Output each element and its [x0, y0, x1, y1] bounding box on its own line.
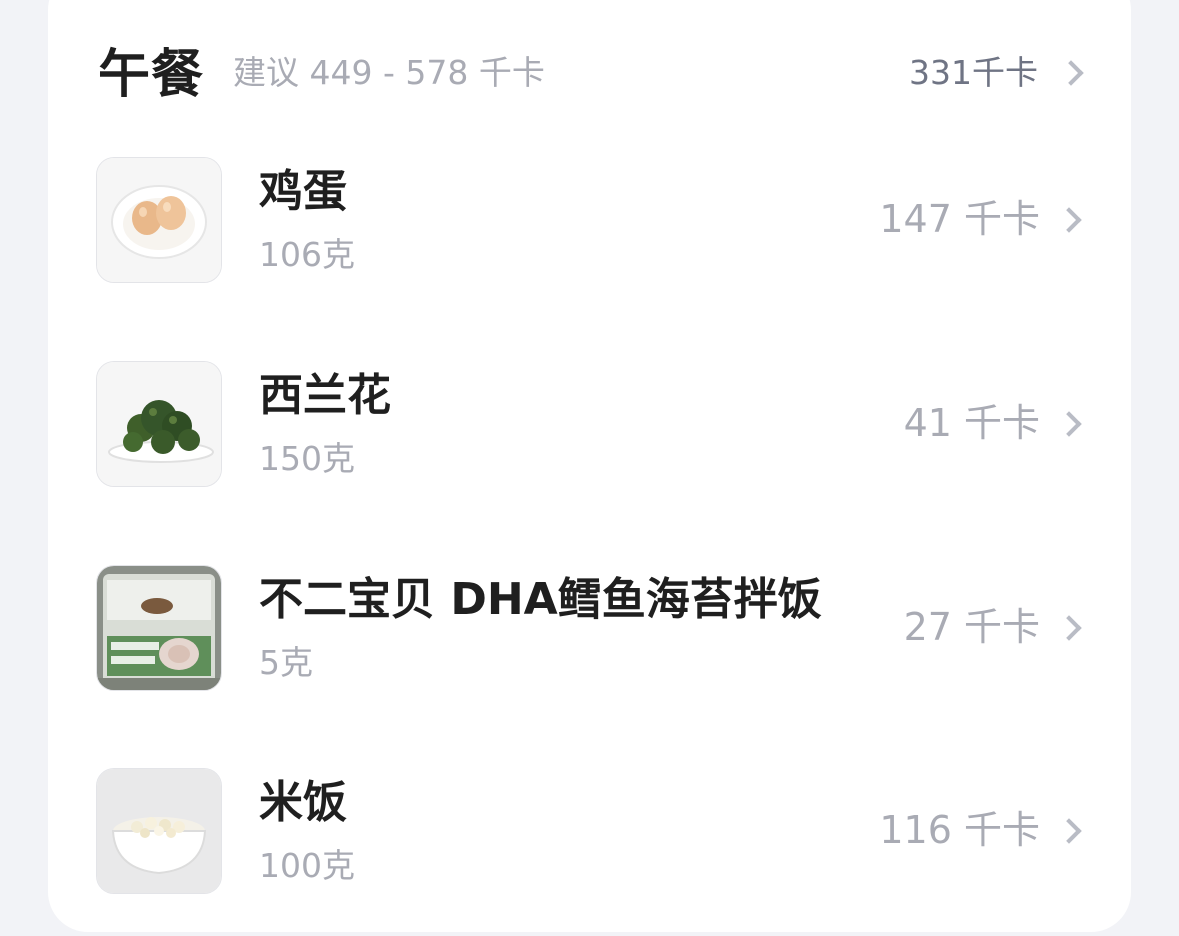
chevron-right-icon — [1058, 60, 1084, 86]
food-item-broccoli[interactable]: 西兰花 150克 41 千卡 — [96, 361, 1090, 487]
chevron-right-icon — [1056, 615, 1082, 641]
food-name: 鸡蛋 — [259, 166, 347, 217]
food-weight: 150克 — [259, 439, 355, 478]
food-name: 西兰花 — [259, 370, 391, 421]
calorie-suggestion: 建议 449 - 578 千卡 — [233, 53, 545, 92]
food-calories: 41 千卡 — [903, 401, 1040, 445]
eggs-icon — [96, 157, 222, 283]
food-calories: 147 千卡 — [879, 197, 1040, 241]
food-item-eggs[interactable]: 鸡蛋 106克 147 千卡 — [96, 157, 1090, 283]
package-icon — [96, 565, 222, 691]
food-name: 不二宝贝 DHA鳕鱼海苔拌饭 — [259, 574, 822, 625]
food-item-dha-rice[interactable]: 不二宝贝 DHA鳕鱼海苔拌饭 5克 27 千卡 — [96, 565, 1090, 691]
meal-title: 午餐 — [98, 45, 205, 105]
food-item-rice[interactable]: 米饭 100克 116 千卡 — [96, 768, 1090, 894]
chevron-right-icon — [1056, 207, 1082, 233]
food-weight: 100克 — [259, 846, 355, 885]
rice-bowl-icon — [96, 768, 222, 894]
food-weight: 106克 — [259, 235, 355, 274]
meal-total-calories: 331千卡 — [909, 53, 1038, 92]
food-calories: 116 千卡 — [879, 808, 1040, 852]
food-calories: 27 千卡 — [903, 605, 1040, 649]
chevron-right-icon — [1056, 818, 1082, 844]
food-weight: 5克 — [259, 643, 313, 682]
food-name: 米饭 — [259, 777, 347, 828]
chevron-right-icon — [1056, 411, 1082, 437]
meal-header[interactable]: 午餐 建议 449 - 578 千卡 331千卡 — [98, 40, 1088, 106]
broccoli-icon — [96, 361, 222, 487]
